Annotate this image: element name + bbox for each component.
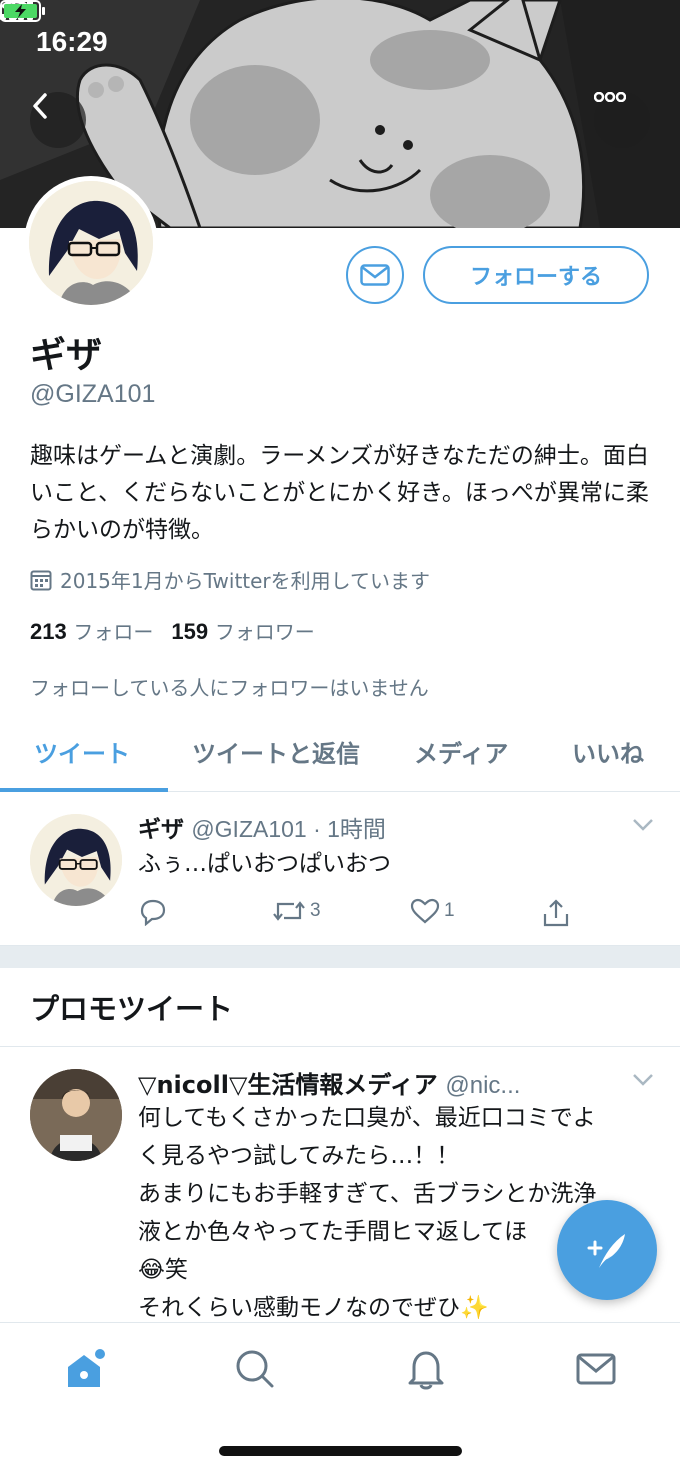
battery-charging-icon bbox=[0, 0, 45, 22]
promoted-section-title: プロモツイート bbox=[30, 992, 234, 1026]
chevron-down-icon[interactable] bbox=[632, 818, 654, 832]
retweet-icon bbox=[273, 901, 305, 921]
section-gap bbox=[0, 946, 680, 968]
tab-tweets[interactable]: ツイート bbox=[34, 734, 130, 769]
profile-handle: @GIZA101 bbox=[30, 380, 156, 408]
tweet-actions: 3 1 bbox=[138, 898, 588, 930]
avatar-photo bbox=[30, 1069, 122, 1161]
home-indicator[interactable] bbox=[219, 1446, 462, 1456]
search-icon[interactable] bbox=[233, 1347, 277, 1391]
share-icon bbox=[543, 899, 569, 927]
avatar-illustration bbox=[30, 814, 122, 906]
promoted-tweet-line: く見るやつ試してみたら…！！ bbox=[138, 1143, 460, 1169]
promoted-author-handle: @nic... bbox=[445, 1072, 521, 1099]
promoted-author-name[interactable]: ▽nicoll▽生活情報メディア bbox=[138, 1071, 438, 1099]
status-bar: 16:29 bbox=[0, 0, 680, 84]
like-icon bbox=[410, 898, 440, 924]
followers-label: フォロワー bbox=[214, 620, 315, 644]
following-link[interactable]: 213 フォロー bbox=[30, 616, 153, 645]
like-button[interactable]: 1 bbox=[410, 898, 455, 924]
profile-avatar[interactable]: 101 bbox=[24, 176, 158, 310]
tab-media[interactable]: メディア bbox=[414, 734, 508, 769]
retweet-button[interactable]: 3 bbox=[272, 898, 321, 924]
tweet-header: ギザ @GIZA101 · 1時間 bbox=[138, 810, 386, 844]
reply-icon bbox=[140, 899, 166, 926]
back-arrow-icon bbox=[33, 93, 47, 119]
profile-bio: 趣味はゲームと演劇。ラーメンズが好きなただの紳士。面白いこと、くだらないことがと… bbox=[30, 443, 649, 543]
reply-button[interactable] bbox=[138, 898, 168, 926]
direct-message-button[interactable] bbox=[346, 246, 404, 304]
follow-button[interactable]: フォローする bbox=[423, 246, 649, 304]
tab-tweets-and-replies[interactable]: ツイートと返信 bbox=[192, 734, 360, 769]
follow-counts: 213 フォロー 159 フォロワー bbox=[30, 616, 315, 645]
following-count: 213 bbox=[30, 619, 67, 644]
more-options-button[interactable] bbox=[594, 92, 650, 148]
more-icon bbox=[594, 92, 626, 102]
profile-tabs: ツイート ツイートと返信 メディア いいね bbox=[0, 712, 680, 792]
like-count: 1 bbox=[444, 900, 455, 921]
followers-count: 159 bbox=[171, 619, 209, 644]
tweet-author-name[interactable]: ギザ bbox=[138, 817, 184, 843]
tweet[interactable]: ギザ @GIZA101 · 1時間 ふぅ…ぱいおつぱいおつ 3 1 bbox=[0, 792, 680, 946]
promoted-tweet-header: ▽nicoll▽生活情報メディア @nic... bbox=[138, 1065, 520, 1100]
promoted-tweet-line: 何してもくさかった口臭が、最近口コミでよ bbox=[138, 1105, 596, 1131]
notifications-icon[interactable] bbox=[404, 1347, 448, 1391]
joined-text: 2015年1月からTwitterを利用しています bbox=[60, 569, 431, 593]
following-label: フォロー bbox=[73, 620, 154, 644]
tweet-meta: @GIZA101 · 1時間 bbox=[191, 816, 386, 842]
followers-link[interactable]: 159 フォロワー bbox=[171, 616, 314, 645]
compose-icon bbox=[587, 1234, 625, 1268]
compose-tweet-button[interactable] bbox=[557, 1200, 657, 1300]
calendar-icon bbox=[30, 570, 52, 590]
followers-you-know: フォローしている人にフォロワーはいません bbox=[30, 676, 429, 700]
tweet-text: ふぅ…ぱいおつぱいおつ bbox=[138, 851, 391, 877]
tab-likes[interactable]: いいね bbox=[572, 734, 644, 769]
tweet-avatar[interactable] bbox=[30, 814, 122, 906]
status-time: 16:29 bbox=[36, 26, 108, 57]
mail-icon bbox=[360, 264, 390, 286]
profile-name: ギザ bbox=[30, 335, 103, 376]
promoted-tweet-avatar[interactable] bbox=[30, 1069, 122, 1161]
chevron-down-icon[interactable] bbox=[632, 1073, 654, 1087]
svg-text:101: 101 bbox=[43, 296, 61, 305]
avatar-illustration: 101 bbox=[29, 181, 153, 305]
back-button[interactable] bbox=[30, 92, 86, 148]
home-icon[interactable] bbox=[64, 1347, 108, 1391]
messages-icon[interactable] bbox=[574, 1347, 618, 1391]
share-button[interactable] bbox=[542, 898, 570, 928]
joined-date: 2015年1月からTwitterを利用しています bbox=[30, 565, 430, 594]
retweet-count: 3 bbox=[310, 900, 321, 921]
